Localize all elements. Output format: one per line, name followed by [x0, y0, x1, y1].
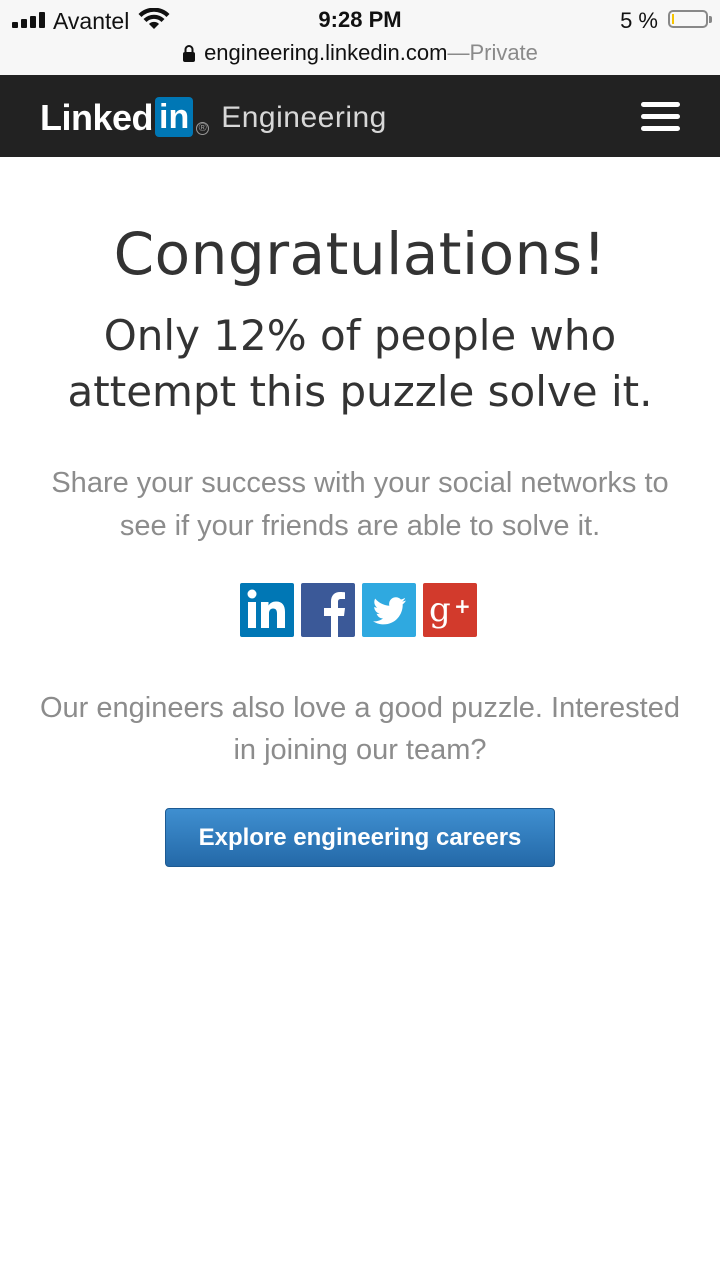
- success-subtitle: Only 12% of people who attempt this puzz…: [67, 311, 653, 416]
- facebook-icon: [301, 583, 355, 637]
- svg-text:+: +: [454, 594, 471, 618]
- site-header: Linked in ® Engineering: [0, 75, 720, 157]
- logo-in-box: in: [155, 97, 194, 137]
- careers-prompt: Our engineers also love a good puzzle. I…: [39, 692, 680, 766]
- battery-percent: 5 %: [620, 8, 658, 33]
- status-time: 9:28 PM: [318, 7, 402, 32]
- lock-icon: [183, 45, 196, 62]
- share-prompt: Share your success with your social netw…: [51, 467, 669, 542]
- url-domain: engineering.linkedin.com: [204, 40, 448, 65]
- battery-icon: [668, 10, 712, 28]
- twitter-share-button[interactable]: [362, 583, 416, 637]
- facebook-share-button[interactable]: [301, 583, 355, 637]
- linkedin-share-button[interactable]: [240, 583, 294, 637]
- linkedin-icon: [240, 583, 294, 637]
- linkedin-engineering-logo[interactable]: Linked in ® Engineering: [40, 95, 387, 137]
- battery-level-fill: [672, 14, 674, 24]
- private-mode-label: Private: [469, 40, 538, 65]
- twitter-icon: [362, 583, 416, 637]
- google-plus-icon: g +: [423, 583, 477, 637]
- header-section-title: Engineering: [221, 101, 387, 134]
- svg-text:g: g: [429, 590, 451, 630]
- google-plus-share-button[interactable]: g +: [423, 583, 477, 637]
- social-share-buttons: g +: [240, 583, 477, 637]
- url-bar[interactable]: engineering.linkedin.com — Private: [0, 40, 720, 75]
- explore-careers-button[interactable]: Explore engineering careers: [165, 808, 555, 867]
- registered-mark: ®: [196, 122, 210, 135]
- logo-wordmark: Linked: [40, 97, 154, 138]
- status-bar: Avantel 9:28 PM 5 %: [0, 0, 720, 40]
- url-separator: —: [447, 40, 470, 65]
- page-title: Congratulations!: [113, 220, 607, 288]
- hamburger-menu-icon[interactable]: [641, 102, 680, 132]
